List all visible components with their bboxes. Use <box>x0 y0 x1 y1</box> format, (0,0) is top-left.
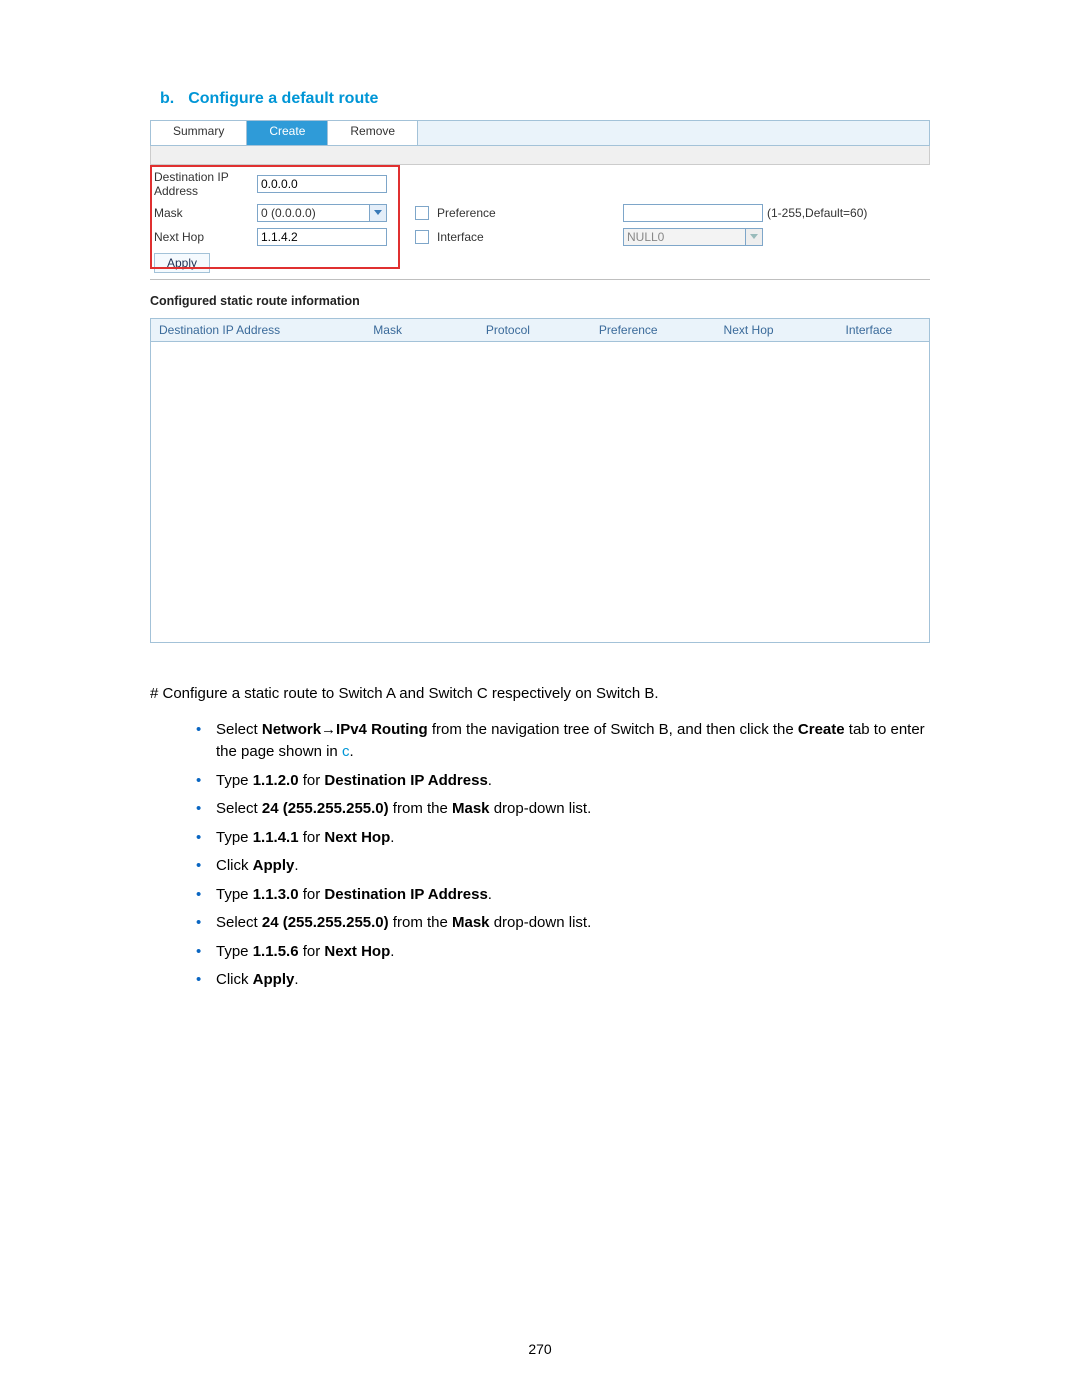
interface-checkbox[interactable] <box>415 230 429 244</box>
interface-select-value: NULL0 <box>624 230 745 244</box>
step-1: Select Network → IPv4 Routing from the n… <box>196 719 930 764</box>
router-ui-screenshot: Summary Create Remove Destination IP Add… <box>150 120 930 643</box>
step-2: Type 1.1.2.0 for Destination IP Address. <box>196 770 930 793</box>
interface-label: Interface <box>437 230 484 244</box>
step-6: Type 1.1.3.0 for Destination IP Address. <box>196 884 930 907</box>
step-7: Select 24 (255.255.255.0) from the Mask … <box>196 912 930 935</box>
separator-bar <box>150 146 930 165</box>
col-protocol: Protocol <box>448 319 568 341</box>
tab-create[interactable]: Create <box>247 121 328 145</box>
step-8: Type 1.1.5.6 for Next Hop. <box>196 941 930 964</box>
tab-summary[interactable]: Summary <box>151 121 247 145</box>
heading-text: Configure a default route <box>188 90 378 108</box>
nexthop-input[interactable] <box>257 228 387 246</box>
step-3: Select 24 (255.255.255.0) from the Mask … <box>196 798 930 821</box>
table-subheading: Configured static route information <box>150 294 930 308</box>
route-table-header: Destination IP Address Mask Protocol Pre… <box>151 319 929 342</box>
route-table: Destination IP Address Mask Protocol Pre… <box>150 318 930 643</box>
tab-spacer <box>418 121 929 145</box>
destip-input[interactable] <box>257 175 387 193</box>
paragraph-configure: # Configure a static route to Switch A a… <box>150 683 930 705</box>
section-heading: b. Configure a default route <box>150 90 930 108</box>
create-form: Destination IP Address Mask 0 (0.0.0.0) <box>150 165 930 280</box>
chevron-down-icon <box>745 229 762 245</box>
mask-select-value: 0 (0.0.0.0) <box>258 206 369 220</box>
preference-label: Preference <box>437 206 496 220</box>
col-destip: Destination IP Address <box>151 319 327 341</box>
destip-label: Destination IP Address <box>150 167 253 201</box>
apply-button[interactable]: Apply <box>154 253 210 273</box>
col-nexthop: Next Hop <box>688 319 808 341</box>
step-4: Type 1.1.4.1 for Next Hop. <box>196 827 930 850</box>
step-9: Click Apply. <box>196 969 930 992</box>
tab-remove[interactable]: Remove <box>328 121 418 145</box>
route-table-body <box>151 342 929 642</box>
preference-hint: (1-255,Default=60) <box>767 206 867 220</box>
step-5: Click Apply. <box>196 855 930 878</box>
col-preference: Preference <box>568 319 688 341</box>
nexthop-label: Next Hop <box>150 225 253 249</box>
col-interface: Interface <box>809 319 929 341</box>
col-mask: Mask <box>327 319 447 341</box>
page-number: 270 <box>0 1341 1080 1357</box>
tab-row: Summary Create Remove <box>150 120 930 146</box>
preference-checkbox[interactable] <box>415 206 429 220</box>
mask-select[interactable]: 0 (0.0.0.0) <box>257 204 387 222</box>
interface-select[interactable]: NULL0 <box>623 228 763 246</box>
step-list: Select Network → IPv4 Routing from the n… <box>196 719 930 992</box>
chevron-down-icon <box>369 205 386 221</box>
preference-input[interactable] <box>623 204 763 222</box>
mask-label: Mask <box>150 201 253 225</box>
heading-letter: b. <box>160 90 174 108</box>
